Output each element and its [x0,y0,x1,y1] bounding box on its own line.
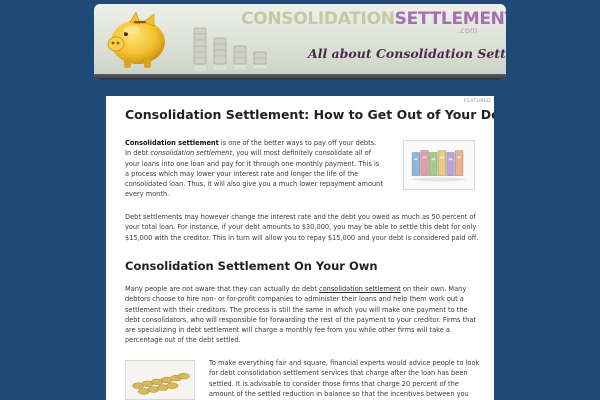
post-paragraph-2: Debt settlements may however change the … [125,213,479,242]
section-heading: Consolidation Settlement On Your Own [125,259,378,273]
italic-term: consolidation settlement [150,149,233,158]
p3-text-b: on their own. Many debtors choose to hir… [125,285,476,345]
banner-bottom-band [94,74,506,80]
post-paragraph-4: To make everything fair and square, fina… [209,359,480,398]
site-tagline: All about Consolidation Settlements! [308,46,506,61]
piggy-bank-icon [107,11,165,68]
post-title[interactable]: Consolidation Settlement: How to Get Out… [125,107,494,122]
logo-part-consolidation: CONSOLIDATION [241,9,395,29]
coins-image [125,360,195,400]
post-card: FEATURED Consolidation Settlement: How t… [106,96,494,400]
site-header-banner[interactable]: CONSOLIDATIONSETTLEMENT .com All about C… [94,4,506,80]
featured-badge: FEATURED [464,99,491,104]
post-paragraph-1: Consolidation settlement is one of the b… [125,138,383,200]
banknotes-image [403,140,475,190]
logo-part-settlement: SETTLEMENT [394,9,506,29]
consolidation-settlement-link[interactable]: consolidation settlement [319,285,401,293]
logo-domain-suffix: .com [458,26,478,35]
coin-stacks-icon [193,27,267,71]
post-paragraph-3: Many people are not aware that they can … [125,284,481,346]
p3-text-a: Many people are not aware that they can … [125,285,320,293]
bold-term: Consolidation settlement [125,139,219,147]
